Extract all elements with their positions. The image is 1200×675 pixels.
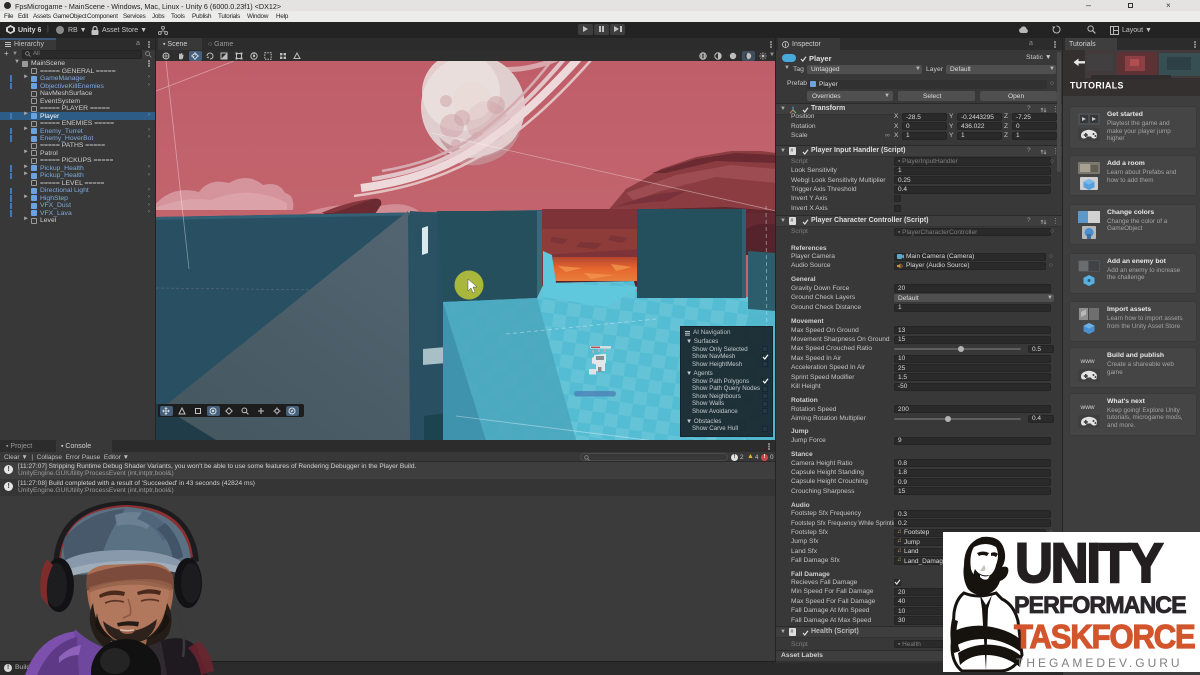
svg-text:TUTORIALS: TUTORIALS	[1070, 81, 1124, 91]
svg-text:www: www	[1080, 358, 1095, 365]
svg-text:www: www	[1080, 404, 1095, 411]
